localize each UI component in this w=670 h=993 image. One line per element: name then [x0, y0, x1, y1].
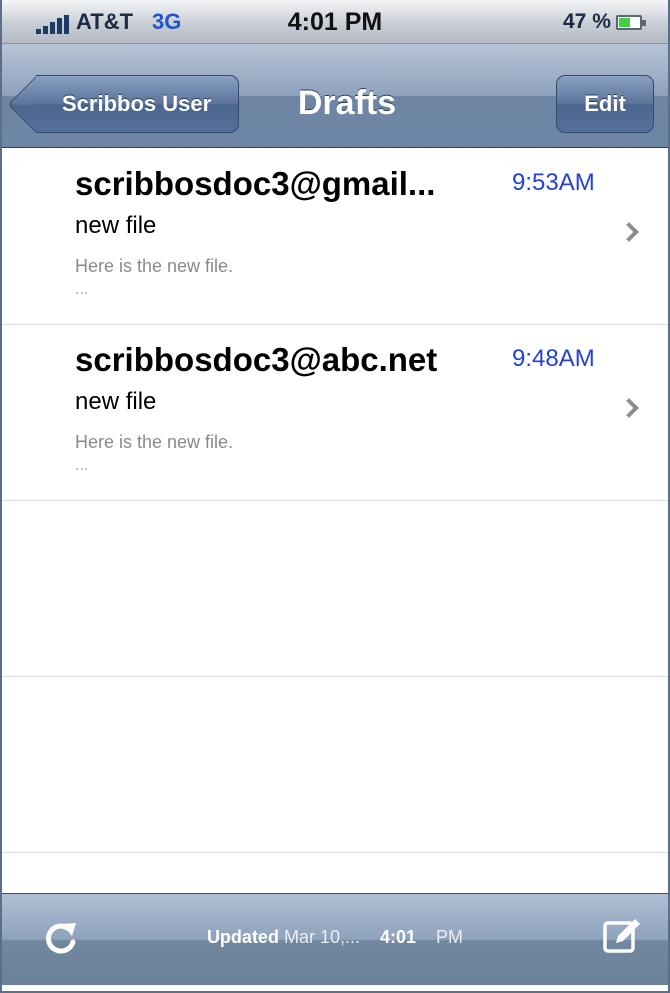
- navigation-bar: Scribbos User Drafts Edit: [2, 44, 668, 148]
- chevron-right-icon: [619, 222, 639, 242]
- bottom-toolbar: Updated Mar 10,... 4:01 PM: [2, 893, 668, 985]
- empty-row: [2, 501, 668, 677]
- back-button[interactable]: Scribbos User: [36, 75, 239, 133]
- updated-label: Updated: [206, 927, 279, 947]
- app-frame: AT&T 3G 4:01 PM 47 % Scribbos User Draft…: [0, 0, 670, 993]
- status-bar: AT&T 3G 4:01 PM 47 %: [2, 0, 668, 44]
- chevron-right-icon: [619, 398, 639, 418]
- message-subject: new file: [75, 212, 157, 239]
- update-status: Updated Mar 10,... 4:01 PM: [2, 927, 668, 948]
- empty-row: [2, 677, 668, 853]
- message-row[interactable]: scribbosdoc3@gmail... 9:53AM new file He…: [2, 149, 668, 325]
- page-title: Drafts: [297, 84, 397, 122]
- message-time: 9:53AM: [512, 169, 595, 196]
- message-row[interactable]: scribbosdoc3@abc.net 9:48AM new file Her…: [2, 325, 668, 501]
- updated-date: Mar 10,...: [283, 927, 360, 947]
- updated-ampm: PM: [436, 927, 464, 947]
- message-preview-ellipsis: ...: [75, 281, 89, 298]
- message-sender: scribbosdoc3@abc.net: [75, 341, 438, 378]
- message-sender: scribbosdoc3@gmail...: [75, 165, 436, 202]
- updated-time: 4:01: [380, 927, 417, 947]
- message-preview-ellipsis: ...: [75, 457, 89, 474]
- edit-button[interactable]: Edit: [556, 75, 654, 133]
- message-time: 9:48AM: [512, 345, 595, 372]
- message-preview: Here is the new file.: [75, 256, 234, 276]
- message-subject: new file: [75, 388, 157, 415]
- compose-icon[interactable]: [602, 916, 642, 956]
- message-list: scribbosdoc3@gmail... 9:53AM new file He…: [2, 149, 668, 853]
- battery-percent: 47 %: [563, 10, 611, 33]
- message-preview: Here is the new file.: [75, 432, 234, 452]
- battery-icon: [616, 15, 646, 30]
